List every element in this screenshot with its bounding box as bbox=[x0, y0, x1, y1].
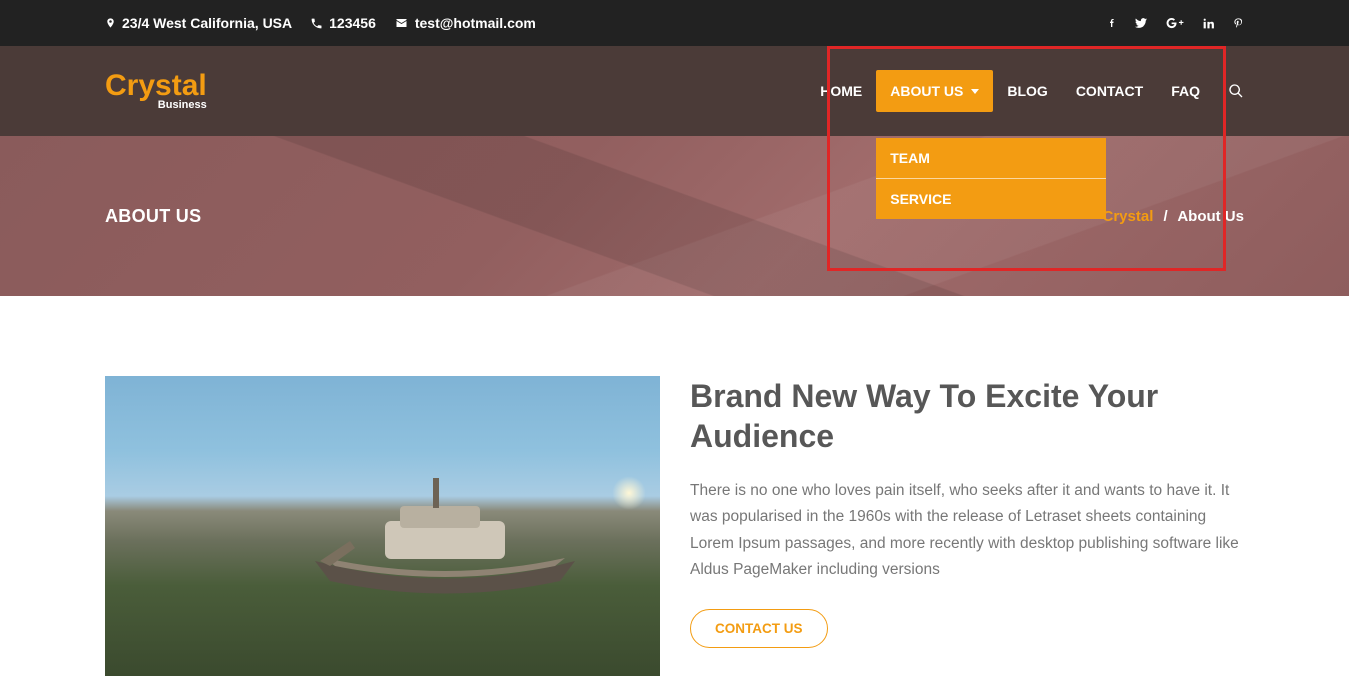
envelope-icon bbox=[394, 17, 409, 29]
nav-home-label: HOME bbox=[820, 83, 862, 99]
phone-icon bbox=[310, 17, 323, 30]
search-icon[interactable] bbox=[1228, 83, 1244, 99]
nav-about-us-dropdown: TEAM SERVICE bbox=[876, 138, 1106, 219]
about-text: Brand New Way To Excite Your Audience Th… bbox=[690, 376, 1244, 676]
topbar-email: test@hotmail.com bbox=[394, 15, 536, 31]
address-text: 23/4 West California, USA bbox=[122, 15, 292, 31]
facebook-icon[interactable] bbox=[1108, 16, 1116, 30]
about-heading: Brand New Way To Excite Your Audience bbox=[690, 376, 1244, 456]
breadcrumb-current: About Us bbox=[1177, 208, 1244, 225]
topbar-phone: 123456 bbox=[310, 15, 376, 31]
breadcrumb-home[interactable]: Crystal bbox=[1103, 208, 1154, 225]
page-hero: ABOUT US Crystal / About Us bbox=[0, 136, 1349, 296]
phone-text: 123456 bbox=[329, 15, 376, 31]
nav-faq-label: FAQ bbox=[1171, 83, 1200, 99]
contact-us-button[interactable]: CONTACT US bbox=[690, 609, 828, 648]
linkedin-icon[interactable] bbox=[1202, 17, 1215, 30]
map-marker-icon bbox=[105, 16, 116, 30]
nav-faq[interactable]: FAQ bbox=[1157, 70, 1214, 112]
twitter-icon[interactable] bbox=[1134, 17, 1148, 29]
nav-about-us[interactable]: ABOUT US TEAM SERVICE bbox=[876, 70, 993, 112]
dropdown-item-service[interactable]: SERVICE bbox=[876, 179, 1106, 219]
topbar-contact: 23/4 West California, USA 123456 test@ho… bbox=[105, 15, 536, 31]
dropdown-team-label: TEAM bbox=[890, 150, 930, 166]
nav-about-us-label: ABOUT US bbox=[890, 83, 963, 99]
breadcrumb-separator: / bbox=[1158, 208, 1174, 225]
nav-home[interactable]: HOME bbox=[806, 70, 876, 112]
primary-nav: HOME ABOUT US TEAM SERVICE BLOG CONTACT … bbox=[806, 70, 1244, 112]
nav-contact-label: CONTACT bbox=[1076, 83, 1143, 99]
topbar-address: 23/4 West California, USA bbox=[105, 15, 292, 31]
chevron-down-icon bbox=[971, 89, 979, 94]
nav-contact[interactable]: CONTACT bbox=[1062, 70, 1157, 112]
nav-blog[interactable]: BLOG bbox=[993, 70, 1061, 112]
nav-blog-label: BLOG bbox=[1007, 83, 1047, 99]
dropdown-service-label: SERVICE bbox=[890, 191, 951, 207]
google-plus-icon[interactable] bbox=[1166, 17, 1184, 29]
boat-illustration-icon bbox=[305, 466, 585, 606]
logo[interactable]: Crystal Business bbox=[105, 71, 207, 111]
logo-main-text: Crystal bbox=[105, 71, 207, 101]
pinterest-icon[interactable] bbox=[1233, 16, 1244, 30]
topbar: 23/4 West California, USA 123456 test@ho… bbox=[0, 0, 1349, 46]
sun-glow-icon bbox=[612, 476, 646, 510]
topbar-social bbox=[1108, 16, 1244, 30]
email-text: test@hotmail.com bbox=[415, 15, 536, 31]
about-paragraph: There is no one who loves pain itself, w… bbox=[690, 478, 1244, 583]
dropdown-item-team[interactable]: TEAM bbox=[876, 138, 1106, 179]
page-title: ABOUT US bbox=[105, 206, 201, 227]
about-section: Brand New Way To Excite Your Audience Th… bbox=[0, 296, 1349, 676]
about-image bbox=[105, 376, 660, 676]
header: Crystal Business HOME ABOUT US TEAM SERV… bbox=[0, 46, 1349, 136]
breadcrumb: Crystal / About Us bbox=[1103, 208, 1245, 225]
